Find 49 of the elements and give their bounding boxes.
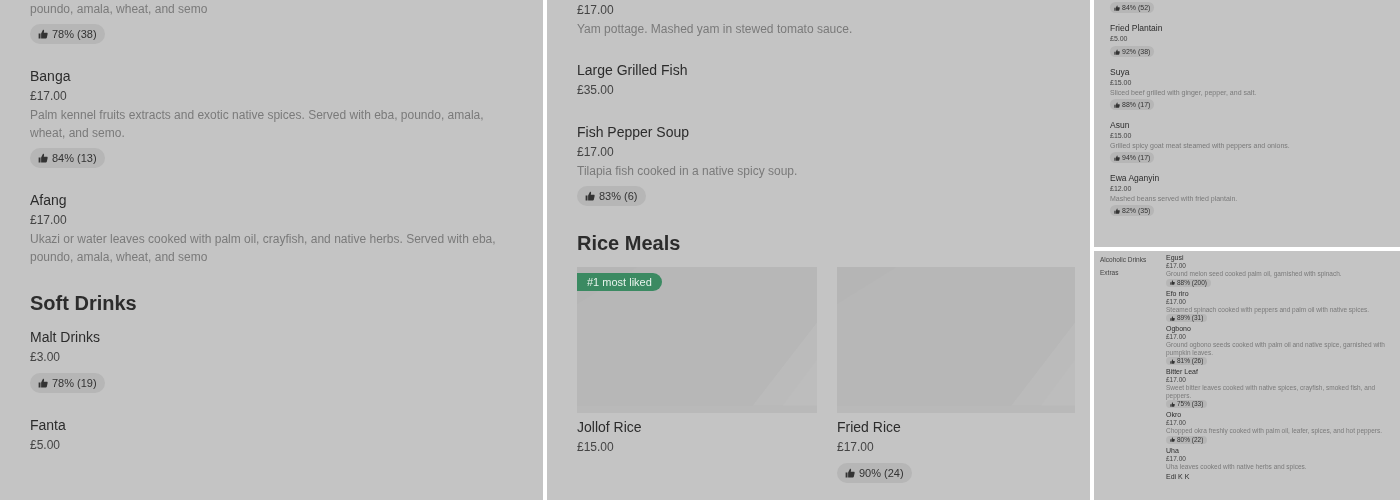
item-price: £17.00 — [837, 439, 874, 456]
thumbs-up-icon — [585, 191, 595, 201]
thumbs-up-icon — [1170, 401, 1175, 407]
thumbs-up-icon — [38, 378, 48, 388]
item-name[interactable]: Suya — [1110, 67, 1130, 78]
thumbs-up-icon — [1114, 101, 1120, 108]
item-name[interactable]: Fish Pepper Soup — [577, 122, 690, 142]
thumbs-up-icon — [1170, 358, 1175, 364]
item-description: Tilapia fish cooked in a native spicy soup. — [577, 163, 798, 180]
thumbs-up-icon — [1170, 280, 1175, 285]
thumbs-up-icon — [1114, 48, 1120, 55]
item-description: poundo, amala, wheat, and semo — [30, 1, 208, 18]
item-price: £17.00 — [577, 2, 614, 19]
item-description: Ukazi or water leaves cooked with palm oil, crayfish, and native herbs. Served with eba, poundo, amala, wheat, and semo — [30, 231, 497, 266]
thumbs-up-icon — [38, 29, 48, 39]
thumbs-up-icon — [1170, 437, 1175, 442]
item-name[interactable]: Fried Plantain — [1110, 23, 1163, 34]
item-name[interactable]: Banga — [30, 66, 71, 86]
section-heading: Rice Meals — [577, 232, 682, 255]
rating-text: 84% (13) — [52, 151, 97, 165]
item-price: £5.00 — [30, 437, 61, 454]
item-name[interactable]: Fanta — [30, 415, 66, 435]
thumbs-up-icon — [845, 468, 855, 478]
rating-text: 78% (38) — [52, 27, 97, 41]
item-name[interactable]: Afang — [30, 190, 67, 210]
section-heading: Soft Drinks — [30, 292, 138, 315]
rating-text: 83% (6) — [599, 189, 638, 203]
thumbs-up-icon — [38, 153, 48, 163]
item-name[interactable]: Malt Drinks — [30, 327, 100, 347]
item-name[interactable]: Large Grilled Fish — [577, 60, 688, 80]
item-name[interactable]: Jollof Rice — [577, 417, 642, 437]
item-description: Yam pottage. Mashed yam in stewed tomato sauce. — [577, 21, 853, 38]
item-price: £3.00 — [30, 349, 61, 366]
item-name[interactable]: Fried Rice — [837, 417, 901, 437]
rating-text: 90% (24) — [859, 466, 904, 480]
item-name[interactable]: Ewa Aganyin — [1110, 173, 1160, 184]
item-price: £17.00 — [30, 212, 67, 229]
rating-text: 78% (19) — [52, 376, 97, 390]
item-name[interactable]: Asun — [1110, 120, 1130, 131]
item-price: £35.00 — [577, 82, 614, 99]
thumbs-up-icon — [1170, 315, 1175, 321]
item-price: £17.00 — [30, 88, 67, 105]
most-liked-badge: #1 most liked — [577, 273, 662, 291]
thumbs-up-icon — [1114, 4, 1120, 11]
item-price: £17.00 — [577, 144, 614, 161]
thumbs-up-icon — [1114, 207, 1120, 214]
item-description: Palm kennel fruits extracts and exotic native spices. Served with eba, poundo, amala, wheat, and semo. — [30, 107, 485, 142]
item-price: £15.00 — [577, 439, 614, 456]
thumbs-up-icon — [1114, 154, 1120, 161]
